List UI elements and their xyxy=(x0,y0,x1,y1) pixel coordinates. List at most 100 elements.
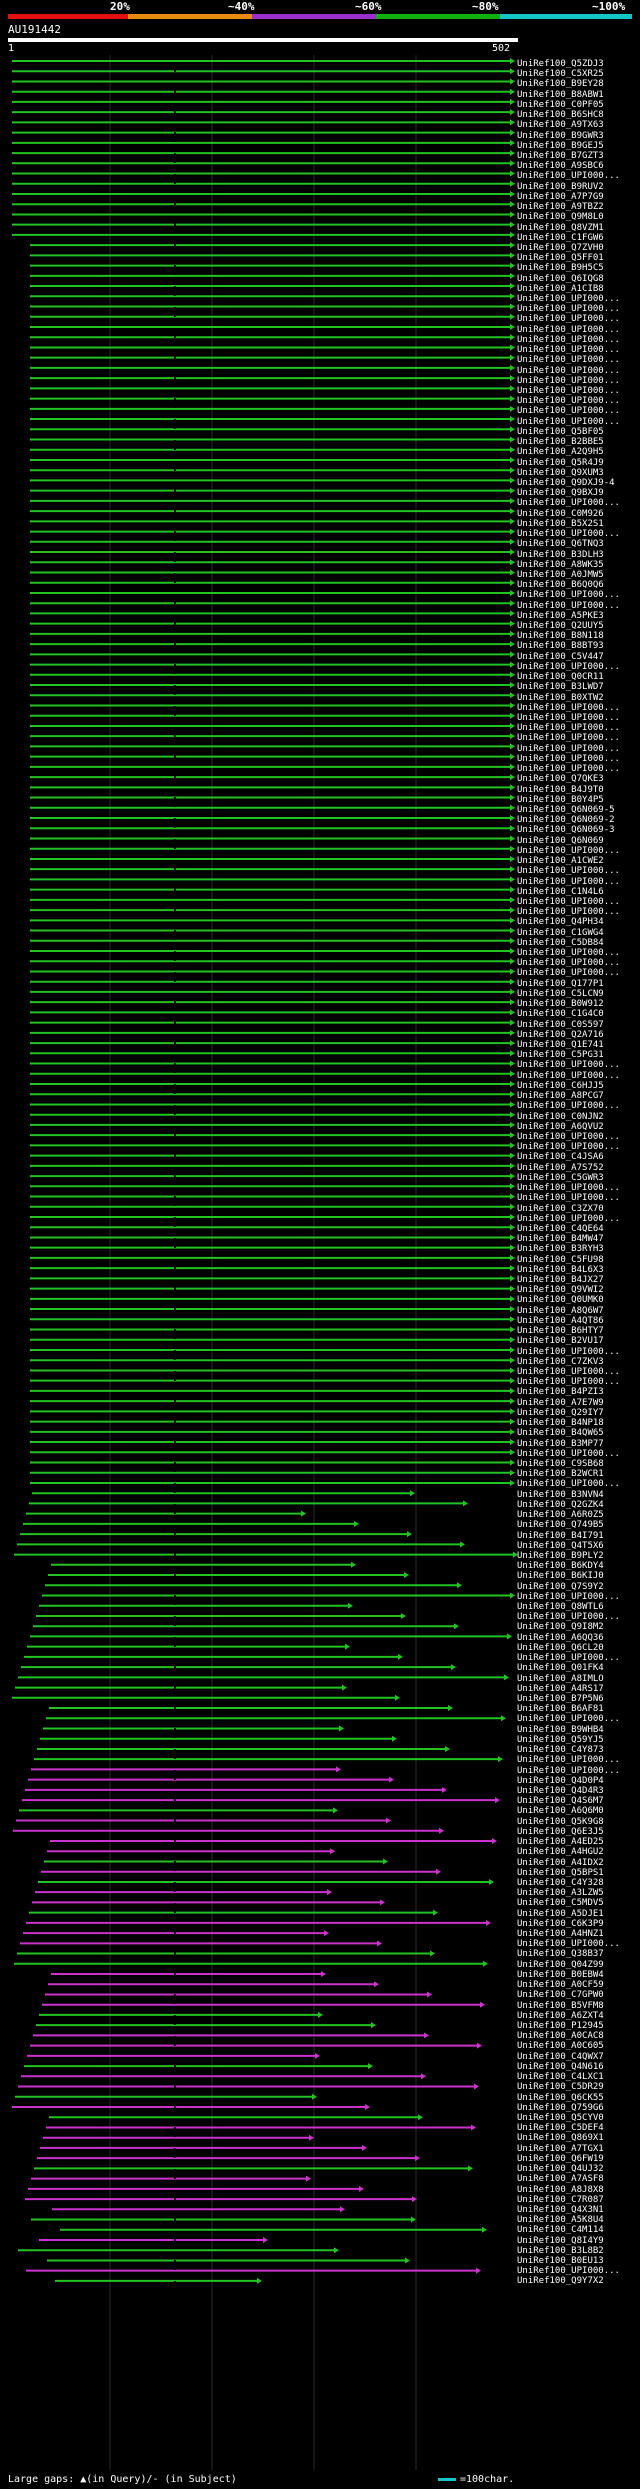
hit-label[interactable]: UniRef100_Q9DXJ9-4 xyxy=(517,478,640,488)
hit-label[interactable]: UniRef100_UPI000... xyxy=(517,733,640,743)
hit-label[interactable]: UniRef100_Q6CL20 xyxy=(517,1643,640,1653)
hit-label[interactable]: UniRef100_C7GPW0 xyxy=(517,1990,640,2000)
hit-label[interactable]: UniRef100_Q01FK4 xyxy=(517,1663,640,1673)
hit-label[interactable]: UniRef100_A0CF59 xyxy=(517,1980,640,1990)
hit-label[interactable]: UniRef100_B2BBE5 xyxy=(517,437,640,447)
hit-label[interactable]: UniRef100_Q1E741 xyxy=(517,1040,640,1050)
hit-label[interactable]: UniRef100_A7E7W9 xyxy=(517,1398,640,1408)
hit-label[interactable]: UniRef100_Q5CYV0 xyxy=(517,2113,640,2123)
hit-label[interactable]: UniRef100_UPI000... xyxy=(517,703,640,713)
hit-label[interactable]: UniRef100_A3LZW5 xyxy=(517,1888,640,1898)
hit-label[interactable]: UniRef100_UPI000... xyxy=(517,1377,640,1387)
hit-label[interactable]: UniRef100_Q6N069-2 xyxy=(517,815,640,825)
hit-label[interactable]: UniRef100_UPI000... xyxy=(517,1755,640,1765)
hit-label[interactable]: UniRef100_A6Q6M0 xyxy=(517,1806,640,1816)
hit-label[interactable]: UniRef100_Q4T5X6 xyxy=(517,1541,640,1551)
hit-label[interactable]: UniRef100_UPI000... xyxy=(517,907,640,917)
hit-label[interactable]: UniRef100_UPI000... xyxy=(517,1060,640,1070)
hit-label[interactable]: UniRef100_C5XR25 xyxy=(517,69,640,79)
hit-label[interactable]: UniRef100_Q4X3N1 xyxy=(517,2205,640,2215)
hit-label[interactable]: UniRef100_A6ZXT4 xyxy=(517,2011,640,2021)
hit-label[interactable]: UniRef100_C4LXC1 xyxy=(517,2072,640,2082)
hit-label[interactable]: UniRef100_Q869X1 xyxy=(517,2133,640,2143)
hit-label[interactable]: UniRef100_B6Q0Q6 xyxy=(517,580,640,590)
hit-label[interactable]: UniRef100_UPI000... xyxy=(517,958,640,968)
hit-label[interactable]: UniRef100_Q2GZK4 xyxy=(517,1500,640,1510)
hit-label[interactable]: UniRef100_B6HTY7 xyxy=(517,1326,640,1336)
hit-label[interactable]: UniRef100_Q38B37 xyxy=(517,1949,640,1959)
hit-label[interactable]: UniRef100_B3LWD7 xyxy=(517,682,640,692)
hit-label[interactable]: UniRef100_UPI000... xyxy=(517,355,640,365)
hit-label[interactable]: UniRef100_UPI000... xyxy=(517,294,640,304)
hit-label[interactable]: UniRef100_A4IDX2 xyxy=(517,1858,640,1868)
hit-label[interactable]: UniRef100_UPI000... xyxy=(517,846,640,856)
hit-label[interactable]: UniRef100_A8J8X8 xyxy=(517,2185,640,2195)
hit-label[interactable]: UniRef100_UPI000... xyxy=(517,366,640,376)
hit-label[interactable]: UniRef100_Q7S9Y2 xyxy=(517,1582,640,1592)
hit-label[interactable]: UniRef100_B9RUV2 xyxy=(517,182,640,192)
hit-label[interactable]: UniRef100_UPI000... xyxy=(517,1214,640,1224)
hit-label[interactable]: UniRef100_A8IMLO xyxy=(517,1674,640,1684)
hit-label[interactable]: UniRef100_A8WK35 xyxy=(517,560,640,570)
hit-label[interactable]: UniRef100_Q59YJ5 xyxy=(517,1735,640,1745)
hit-label[interactable]: UniRef100_Q7ZVH0 xyxy=(517,243,640,253)
hit-label[interactable]: UniRef100_C7ZKV3 xyxy=(517,1357,640,1367)
hit-label[interactable]: UniRef100_UPI000... xyxy=(517,498,640,508)
hit-label[interactable]: UniRef100_UPI000... xyxy=(517,754,640,764)
hit-label[interactable]: UniRef100_UPI000... xyxy=(517,1449,640,1459)
hit-label[interactable]: UniRef100_B2WCR1 xyxy=(517,1469,640,1479)
hit-label[interactable]: UniRef100_A5PKE3 xyxy=(517,611,640,621)
hit-label[interactable]: UniRef100_C5MDV5 xyxy=(517,1898,640,1908)
hit-label[interactable]: UniRef100_A5DJE1 xyxy=(517,1909,640,1919)
hit-label[interactable]: UniRef100_Q5K9G8 xyxy=(517,1817,640,1827)
hit-label[interactable]: UniRef100_Q7QKE3 xyxy=(517,774,640,784)
hit-label[interactable]: UniRef100_A7S752 xyxy=(517,1163,640,1173)
hit-label[interactable]: UniRef100_B7P5N6 xyxy=(517,1694,640,1704)
hit-label[interactable]: UniRef100_C1N4L6 xyxy=(517,887,640,897)
hit-label[interactable]: UniRef100_Q4S6M7 xyxy=(517,1796,640,1806)
hit-label[interactable]: UniRef100_B3DLH3 xyxy=(517,550,640,560)
hit-label[interactable]: UniRef100_C4JSA6 xyxy=(517,1152,640,1162)
hit-label[interactable]: UniRef100_A2Q9H5 xyxy=(517,447,640,457)
hit-label[interactable]: UniRef100_A9TBZ2 xyxy=(517,202,640,212)
hit-label[interactable]: UniRef100_A0JMW5 xyxy=(517,570,640,580)
hit-label[interactable]: UniRef100_B0XTW2 xyxy=(517,693,640,703)
hit-label[interactable]: UniRef100_Q04Z99 xyxy=(517,1960,640,1970)
hit-label[interactable]: UniRef100_UPI000... xyxy=(517,1592,640,1602)
hit-label[interactable]: UniRef100_A4HGU2 xyxy=(517,1847,640,1857)
hit-label[interactable]: UniRef100_B9EY28 xyxy=(517,79,640,89)
hit-label[interactable]: UniRef100_C5DR29 xyxy=(517,2082,640,2092)
hit-label[interactable]: UniRef100_B3NVN4 xyxy=(517,1490,640,1500)
hit-label[interactable]: UniRef100_B3L8B2 xyxy=(517,2246,640,2256)
hit-label[interactable]: UniRef100_UPI000... xyxy=(517,1479,640,1489)
hit-label[interactable]: UniRef100_UPI000... xyxy=(517,877,640,887)
hit-label[interactable]: UniRef100_Q5R4J9 xyxy=(517,458,640,468)
hit-label[interactable]: UniRef100_Q759G6 xyxy=(517,2103,640,2113)
hit-label[interactable]: UniRef100_C5DEF4 xyxy=(517,2123,640,2133)
hit-label[interactable]: UniRef100_UPI000... xyxy=(517,590,640,600)
hit-label[interactable]: UniRef100_Q749B5 xyxy=(517,1520,640,1530)
hit-label[interactable]: UniRef100_B7GZT3 xyxy=(517,151,640,161)
hit-label[interactable]: UniRef100_A7TGX1 xyxy=(517,2144,640,2154)
hit-label[interactable]: UniRef100_UPI000... xyxy=(517,866,640,876)
hit-label[interactable]: UniRef100_B4L6X3 xyxy=(517,1265,640,1275)
hit-label[interactable]: UniRef100_B5VFM8 xyxy=(517,2001,640,2011)
hit-label[interactable]: UniRef100_UPI000... xyxy=(517,325,640,335)
hit-label[interactable]: UniRef100_Q4PH34 xyxy=(517,917,640,927)
hit-label[interactable]: UniRef100_Q5ZDJ3 xyxy=(517,59,640,69)
hit-label[interactable]: UniRef100_Q5BF05 xyxy=(517,427,640,437)
hit-label[interactable]: UniRef100_B5X2S1 xyxy=(517,519,640,529)
hit-label[interactable]: UniRef100_B2VU17 xyxy=(517,1336,640,1346)
hit-label[interactable]: UniRef100_C7R087 xyxy=(517,2195,640,2205)
hit-label[interactable]: UniRef100_B4J9T0 xyxy=(517,785,640,795)
hit-label[interactable]: UniRef100_Q2UUY5 xyxy=(517,621,640,631)
hit-label[interactable]: UniRef100_UPI000... xyxy=(517,1193,640,1203)
hit-label[interactable]: UniRef100_B4PZI3 xyxy=(517,1387,640,1397)
hit-label[interactable]: UniRef100_B0EU13 xyxy=(517,2256,640,2266)
hit-label[interactable]: UniRef100_A4RS17 xyxy=(517,1684,640,1694)
hit-label[interactable]: UniRef100_Q6E3J5 xyxy=(517,1827,640,1837)
hit-label[interactable]: UniRef100_C4M114 xyxy=(517,2225,640,2235)
hit-label[interactable]: UniRef100_B6KIJ0 xyxy=(517,1571,640,1581)
hit-label[interactable]: UniRef100_C0PF05 xyxy=(517,100,640,110)
hit-label[interactable]: UniRef100_Q4D0P4 xyxy=(517,1776,640,1786)
